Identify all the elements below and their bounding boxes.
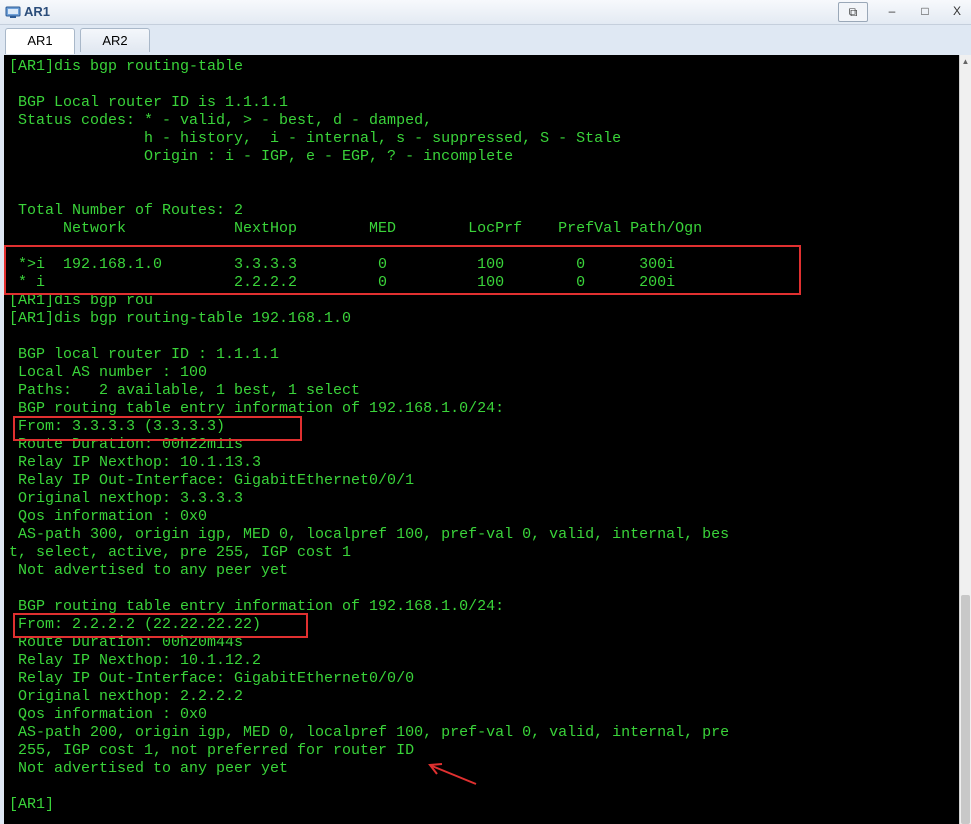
restore-window-icon[interactable]: ⧉	[838, 2, 868, 22]
title-bar: AR1 ⧉ – □ X	[0, 0, 971, 25]
window-title: AR1	[24, 4, 51, 19]
vertical-scrollbar[interactable]: ▲	[959, 55, 971, 824]
terminal-line: 255, IGP cost 1, not preferred for route…	[9, 742, 415, 759]
terminal-line: Qos information : 0x0	[9, 706, 208, 723]
terminal-line: AS-path 300, origin igp, MED 0, localpre…	[9, 526, 730, 543]
terminal-line: [AR1]dis bgp routing-table	[9, 58, 244, 75]
terminal-line: BGP local router ID : 1.1.1.1	[9, 346, 280, 363]
terminal-line: Relay IP Nexthop: 10.1.12.2	[9, 652, 262, 669]
terminal-line: Original nexthop: 2.2.2.2	[9, 688, 244, 705]
terminal-console[interactable]: [AR1]dis bgp routing-table BGP Local rou…	[4, 55, 959, 824]
terminal-line: Network NextHop MED LocPrf PrefVal Path/…	[9, 220, 703, 237]
terminal-line: Not advertised to any peer yet	[9, 760, 289, 777]
close-button[interactable]: X	[943, 2, 971, 20]
maximize-button[interactable]: □	[911, 2, 939, 20]
terminal-line: Not advertised to any peer yet	[9, 562, 289, 579]
scroll-thumb[interactable]	[961, 595, 970, 824]
from-3333-highlight-box	[13, 416, 302, 441]
from-2222-highlight-box	[13, 613, 308, 638]
tab-ar1[interactable]: AR1	[5, 28, 75, 54]
terminal-line: Paths: 2 available, 1 best, 1 select	[9, 382, 361, 399]
terminal-line: [AR1]	[9, 796, 55, 813]
scroll-up-icon[interactable]: ▲	[960, 55, 971, 69]
terminal-line: Local AS number : 100	[9, 364, 208, 381]
terminal-line: Original nexthop: 3.3.3.3	[9, 490, 244, 507]
terminal-line: AS-path 200, origin igp, MED 0, localpre…	[9, 724, 730, 741]
tab-bar: AR1 AR2	[0, 25, 971, 54]
minimize-button[interactable]: –	[878, 2, 906, 20]
routes-highlight-box	[4, 245, 801, 295]
terminal-line: BGP Local router ID is 1.1.1.1	[9, 94, 289, 111]
terminal-line: Relay IP Out-Interface: GigabitEthernet0…	[9, 670, 415, 687]
terminal-line: [AR1]dis bgp routing-table 192.168.1.0	[9, 310, 352, 327]
terminal-line: Relay IP Out-Interface: GigabitEthernet0…	[9, 472, 415, 489]
terminal-line: t, select, active, pre 255, IGP cost 1	[9, 544, 352, 561]
terminal-line: Total Number of Routes: 2	[9, 202, 244, 219]
tab-ar2[interactable]: AR2	[80, 28, 150, 52]
terminal-line: Relay IP Nexthop: 10.1.13.3	[9, 454, 262, 471]
annotation-arrow-icon	[428, 763, 477, 785]
terminal-line: Status codes: * - valid, > - best, d - d…	[9, 112, 433, 129]
terminal-line: h - history, i - internal, s - suppresse…	[9, 130, 622, 147]
terminal-line: Qos information : 0x0	[9, 508, 208, 525]
app-icon	[5, 6, 21, 18]
terminal-line: Origin : i - IGP, e - EGP, ? - incomplet…	[9, 148, 514, 165]
